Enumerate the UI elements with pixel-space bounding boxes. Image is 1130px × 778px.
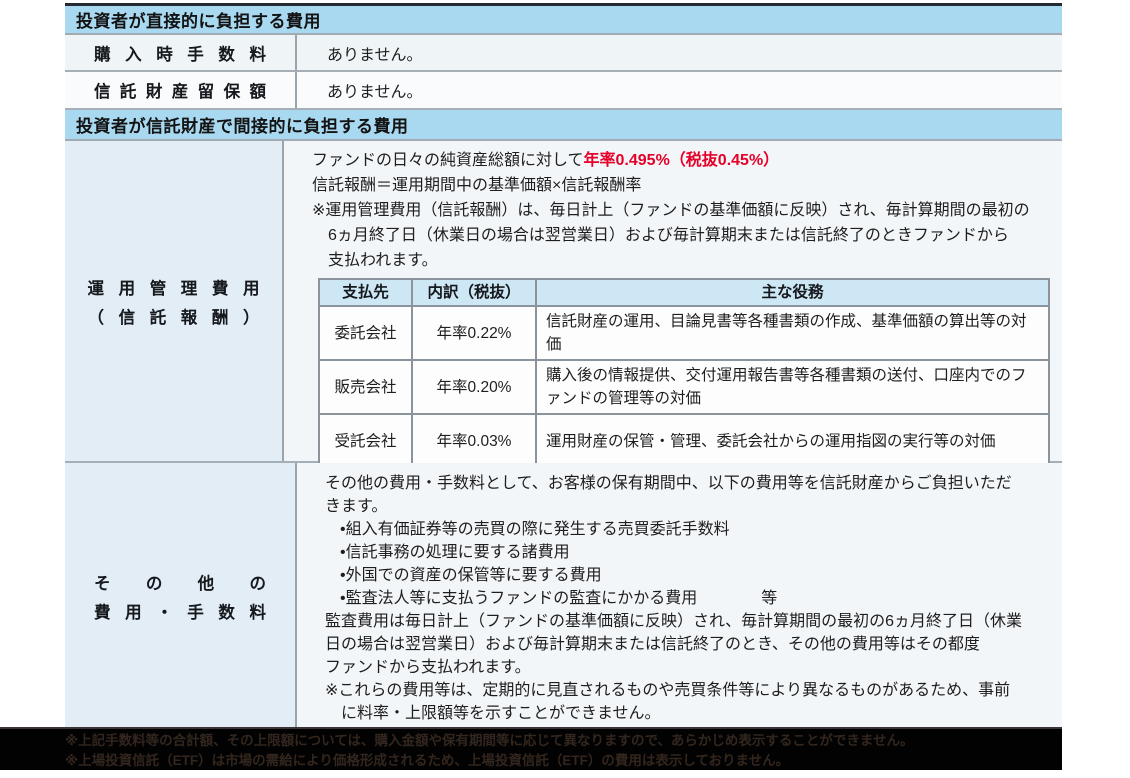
table-row-distributor-company: 販売会社 年率0.20% 購入後の情報提供、交付運用報告書等各種書類の送付、口座… [319,360,1049,414]
management-fee-rate-highlight: 年率0.495%（税抜0.45%） [584,152,780,169]
column-header-rate: 内訳（税抜） [412,279,536,306]
footer-disclaimer-line1: ※上記手数料等の合計額、その上限額については、購入金額や保有期間等に応じて異なり… [65,731,1062,751]
section-header-direct-label: 投資者が直接的に負担する費用 [76,7,321,32]
management-fee-note-line3: 支払われます。 [312,248,1050,273]
trustee-role: 運用財産の保管・管理、委託会社からの運用指図の実行等の対価 [536,414,1049,468]
other-fees-note-line2: に料率・上限額等を示すことができません。 [325,702,1050,725]
table-row-management-fee: 運用管理費用 （信託報酬） ファンドの日々の純資産総額に対して年率0.495%（… [65,141,1062,463]
management-fee-intro-plain: ファンドの日々の純資産総額に対して [312,152,584,169]
management-fee-content-cell: ファンドの日々の純資産総額に対して年率0.495%（税抜0.45%） 信託報酬＝… [282,141,1062,461]
trustor-payee: 委託会社 [319,306,412,360]
distributor-payee: 販売会社 [319,360,412,414]
table-row-purchase-fee: 購入時手数料 ありません。 [65,35,1062,72]
table-row-other-fees: その他の 費用・手数料 その他の費用・手数料として、お客様の保有期間中、以下の費… [65,463,1062,729]
other-fees-label-cell: その他の 費用・手数料 [65,463,295,729]
distributor-role: 購入後の情報提供、交付運用報告書等各種書類の送付、口座内でのファンドの管理等の対… [536,360,1049,414]
purchase-fee-label: 購入時手数料 [94,41,266,65]
management-fee-formula: 信託報酬＝運用期間中の基準価額×信託報酬率 [312,173,1050,198]
other-fees-note-line1: ※これらの費用等は、定期的に見直されるものや売買条件等により異なるものがあるため… [325,679,1050,702]
trustee-rate: 年率0.03% [412,414,536,468]
fee-breakdown-table: 支払先 内訳（税抜） 主な役務 委託会社 年率0.22% 信託財産の運用、目論見… [318,278,1050,469]
retention-label-cell: 信託財産留保額 [65,72,295,108]
retention-label: 信託財産留保額 [94,78,266,102]
purchase-fee-label-cell: 購入時手数料 [65,35,295,70]
other-fees-bullet-2: •信託事務の処理に要する諸費用 [325,541,1050,564]
section-header-indirect-costs: 投資者が信託財産で間接的に負担する費用 [65,110,1062,141]
management-fee-note-line1: ※運用管理費用（信託報酬）は、毎日計上（ファンドの基準価額に反映）され、毎計算期… [312,198,1050,223]
trustor-role: 信託財産の運用、目論見書等各種書類の作成、基準価額の算出等の対価 [536,306,1049,360]
other-fees-bullet-4: •監査法人等に支払うファンドの監査にかかる費用 等 [325,587,1050,610]
management-fee-label-cell: 運用管理費用 （信託報酬） [65,141,282,461]
column-header-role: 主な役務 [536,279,1049,306]
other-fees-intro-line1: その他の費用・手数料として、お客様の保有期間中、以下の費用等を信託財産からご負担… [325,472,1050,495]
other-fees-intro-line2: きます。 [325,495,1050,518]
management-fee-label-line2: （信託報酬） [88,304,260,328]
other-fees-content-cell: その他の費用・手数料として、お客様の保有期間中、以下の費用等を信託財産からご負担… [295,463,1062,729]
section-header-indirect-label: 投資者が信託財産で間接的に負担する費用 [76,112,409,137]
footer-disclaimer-line2: ※上場投資信託（ETF）は市場の需給により価格形成されるため、上場投資信託（ET… [65,751,1062,771]
trustee-payee: 受託会社 [319,414,412,468]
management-fee-label-line1: 運用管理費用 [88,275,260,299]
purchase-fee-value: ありません。 [327,41,423,65]
fee-table: 投資者が直接的に負担する費用 購入時手数料 ありません。 信託財産留保額 ありま… [65,3,1062,729]
management-fee-note-line2: 6ヵ月終了日（休業日の場合は翌営業日）および毎計算期末または信託終了のときファン… [312,223,1050,248]
other-fees-audit-line3: ファンドから支払われます。 [325,656,1050,679]
retention-value-cell: ありません。 [295,72,1062,108]
distributor-rate: 年率0.20% [412,360,536,414]
fee-disclosure-page: 投資者が直接的に負担する費用 購入時手数料 ありません。 信託財産留保額 ありま… [0,0,1130,778]
other-fees-bullet-3: •外国での資産の保管等に要する費用 [325,564,1050,587]
footer-disclaimer-band: ※上記手数料等の合計額、その上限額については、購入金額や保有期間等に応じて異なり… [0,727,1062,770]
table-row-retention-amount: 信託財産留保額 ありません。 [65,72,1062,110]
management-fee-intro-line: ファンドの日々の純資産総額に対して年率0.495%（税抜0.45%） [312,148,1050,173]
section-header-direct-costs: 投資者が直接的に負担する費用 [65,6,1062,35]
other-fees-label-line2: 費用・手数料 [94,599,266,623]
trustor-rate: 年率0.22% [412,306,536,360]
other-fees-audit-line2: 日の場合は翌営業日）および毎計算期末または信託終了のとき、その他の費用等はその都… [325,633,1050,656]
table-row-trustor-company: 委託会社 年率0.22% 信託財産の運用、目論見書等各種書類の作成、基準価額の算… [319,306,1049,360]
purchase-fee-value-cell: ありません。 [295,35,1062,70]
other-fees-label-line1: その他の [94,570,266,594]
other-fees-audit-line1: 監査費用は毎日計上（ファンドの基準価額に反映）され、毎計算期間の最初の6ヵ月終了… [325,610,1050,633]
column-header-payee: 支払先 [319,279,412,306]
other-fees-bullet-1: •組入有価証券等の売買の際に発生する売買委託手数料 [325,518,1050,541]
retention-value: ありません。 [327,78,423,102]
table-row-trustee-company: 受託会社 年率0.03% 運用財産の保管・管理、委託会社からの運用指図の実行等の… [319,414,1049,468]
fee-breakdown-header-row: 支払先 内訳（税抜） 主な役務 [319,279,1049,306]
